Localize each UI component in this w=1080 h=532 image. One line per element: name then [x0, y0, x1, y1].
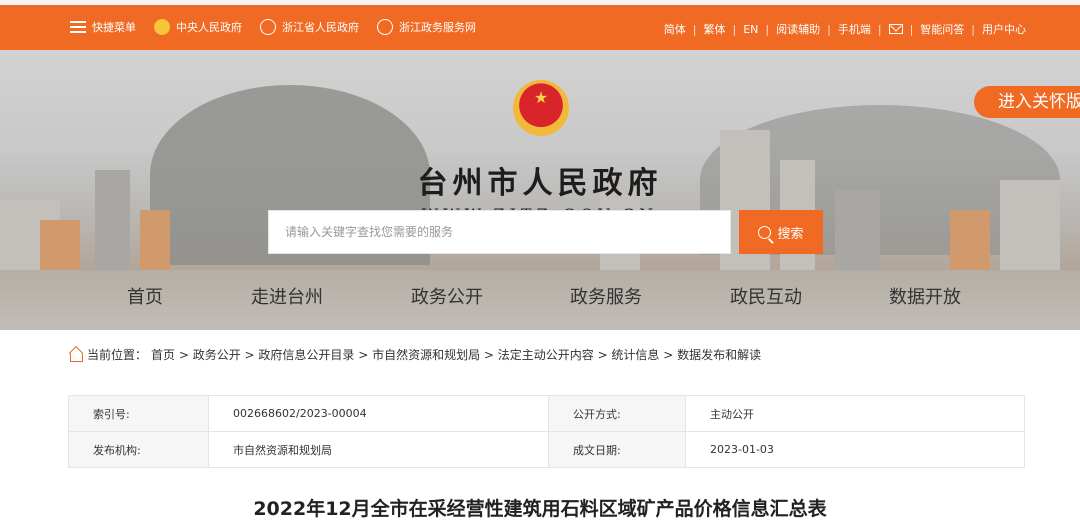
nav-item-about[interactable]: 走进台州: [251, 283, 323, 309]
zhejiang-gov-link[interactable]: 浙江省人民政府: [260, 19, 359, 35]
search-input[interactable]: [269, 211, 730, 253]
reading-aid-link[interactable]: 阅读辅助: [776, 21, 820, 37]
meta-value: 002668602/2023-00004: [208, 395, 549, 432]
menu-icon: [70, 21, 86, 33]
background-building: [835, 190, 880, 280]
simplified-link[interactable]: 简体: [664, 21, 686, 37]
care-mode-button[interactable]: 进入关怀版: [974, 86, 1080, 118]
search-button[interactable]: 搜索: [739, 210, 823, 254]
breadcrumb-prefix: 当前位置：: [87, 348, 148, 362]
meta-key: 索引号:: [68, 395, 209, 432]
quick-menu-link[interactable]: 快捷菜单: [70, 19, 136, 35]
central-gov-link[interactable]: 中央人民政府: [154, 19, 242, 35]
nav-item-open-data[interactable]: 数据开放: [889, 283, 961, 309]
meta-value: 主动公开: [685, 395, 1025, 432]
nav-item-interaction[interactable]: 政民互动: [730, 283, 802, 309]
main-nav: 首页 走进台州 政务公开 政务服务 政民互动 数据开放: [0, 283, 1080, 309]
meta-key: 发布机构:: [68, 431, 209, 468]
zhejiang-emblem-icon: [260, 19, 276, 35]
search-icon: [758, 225, 772, 239]
search-box: [268, 210, 731, 254]
meta-value: 市自然资源和规划局: [208, 431, 549, 468]
document-meta-table: 索引号: 002668602/2023-00004 公开方式: 主动公开 发布机…: [68, 395, 1025, 468]
national-emblem-logo: [513, 80, 569, 136]
mail-icon[interactable]: [888, 24, 903, 34]
national-emblem-icon: [154, 19, 170, 35]
nav-item-gov-affairs[interactable]: 政务公开: [411, 283, 483, 309]
service-emblem-icon: [377, 19, 393, 35]
table-row: 发布机构: 市自然资源和规划局 成文日期: 2023-01-03: [68, 431, 1025, 468]
top-right-links: 简体 | 繁体 | EN | 阅读辅助 | 手机端 | | 智能问答 | 用户中心: [663, 21, 1026, 37]
nav-item-home[interactable]: 首页: [127, 283, 163, 309]
breadcrumb: 当前位置： 首页 > 政务公开 > 政府信息公开目录 > 市自然资源和规划局 >…: [68, 346, 761, 363]
quick-menu-label: 快捷菜单: [92, 21, 136, 34]
traditional-link[interactable]: 繁体: [704, 21, 726, 37]
top-links: 快捷菜单 中央人民政府 浙江省人民政府 浙江政务服务网: [70, 19, 476, 35]
meta-key: 公开方式:: [548, 395, 686, 432]
meta-key: 成文日期:: [548, 431, 686, 468]
breadcrumb-path[interactable]: 首页 > 政务公开 > 政府信息公开目录 > 市自然资源和规划局 > 法定主动公…: [151, 346, 761, 363]
table-row: 索引号: 002668602/2023-00004 公开方式: 主动公开: [68, 395, 1025, 432]
smart-qa-link[interactable]: 智能问答: [920, 21, 964, 37]
home-icon: [68, 348, 83, 362]
search-button-label: 搜索: [777, 226, 804, 242]
english-link[interactable]: EN: [743, 23, 758, 36]
service-net-label: 浙江政务服务网: [399, 21, 476, 34]
mobile-link[interactable]: 手机端: [838, 21, 871, 37]
service-net-link[interactable]: 浙江政务服务网: [377, 19, 476, 35]
meta-value: 2023-01-03: [685, 431, 1025, 468]
zhejiang-gov-label: 浙江省人民政府: [282, 21, 359, 34]
central-gov-label: 中央人民政府: [176, 21, 242, 34]
top-bar: 快捷菜单 中央人民政府 浙江省人民政府 浙江政务服务网 简体 | 繁体 | EN | …: [0, 0, 1080, 50]
user-center-link[interactable]: 用户中心: [982, 21, 1026, 37]
nav-item-services[interactable]: 政务服务: [570, 283, 642, 309]
document-title: 2022年12月全市在采经营性建筑用石料区域矿产品价格信息汇总表: [253, 498, 827, 520]
site-title: 台州市人民政府: [417, 166, 663, 201]
